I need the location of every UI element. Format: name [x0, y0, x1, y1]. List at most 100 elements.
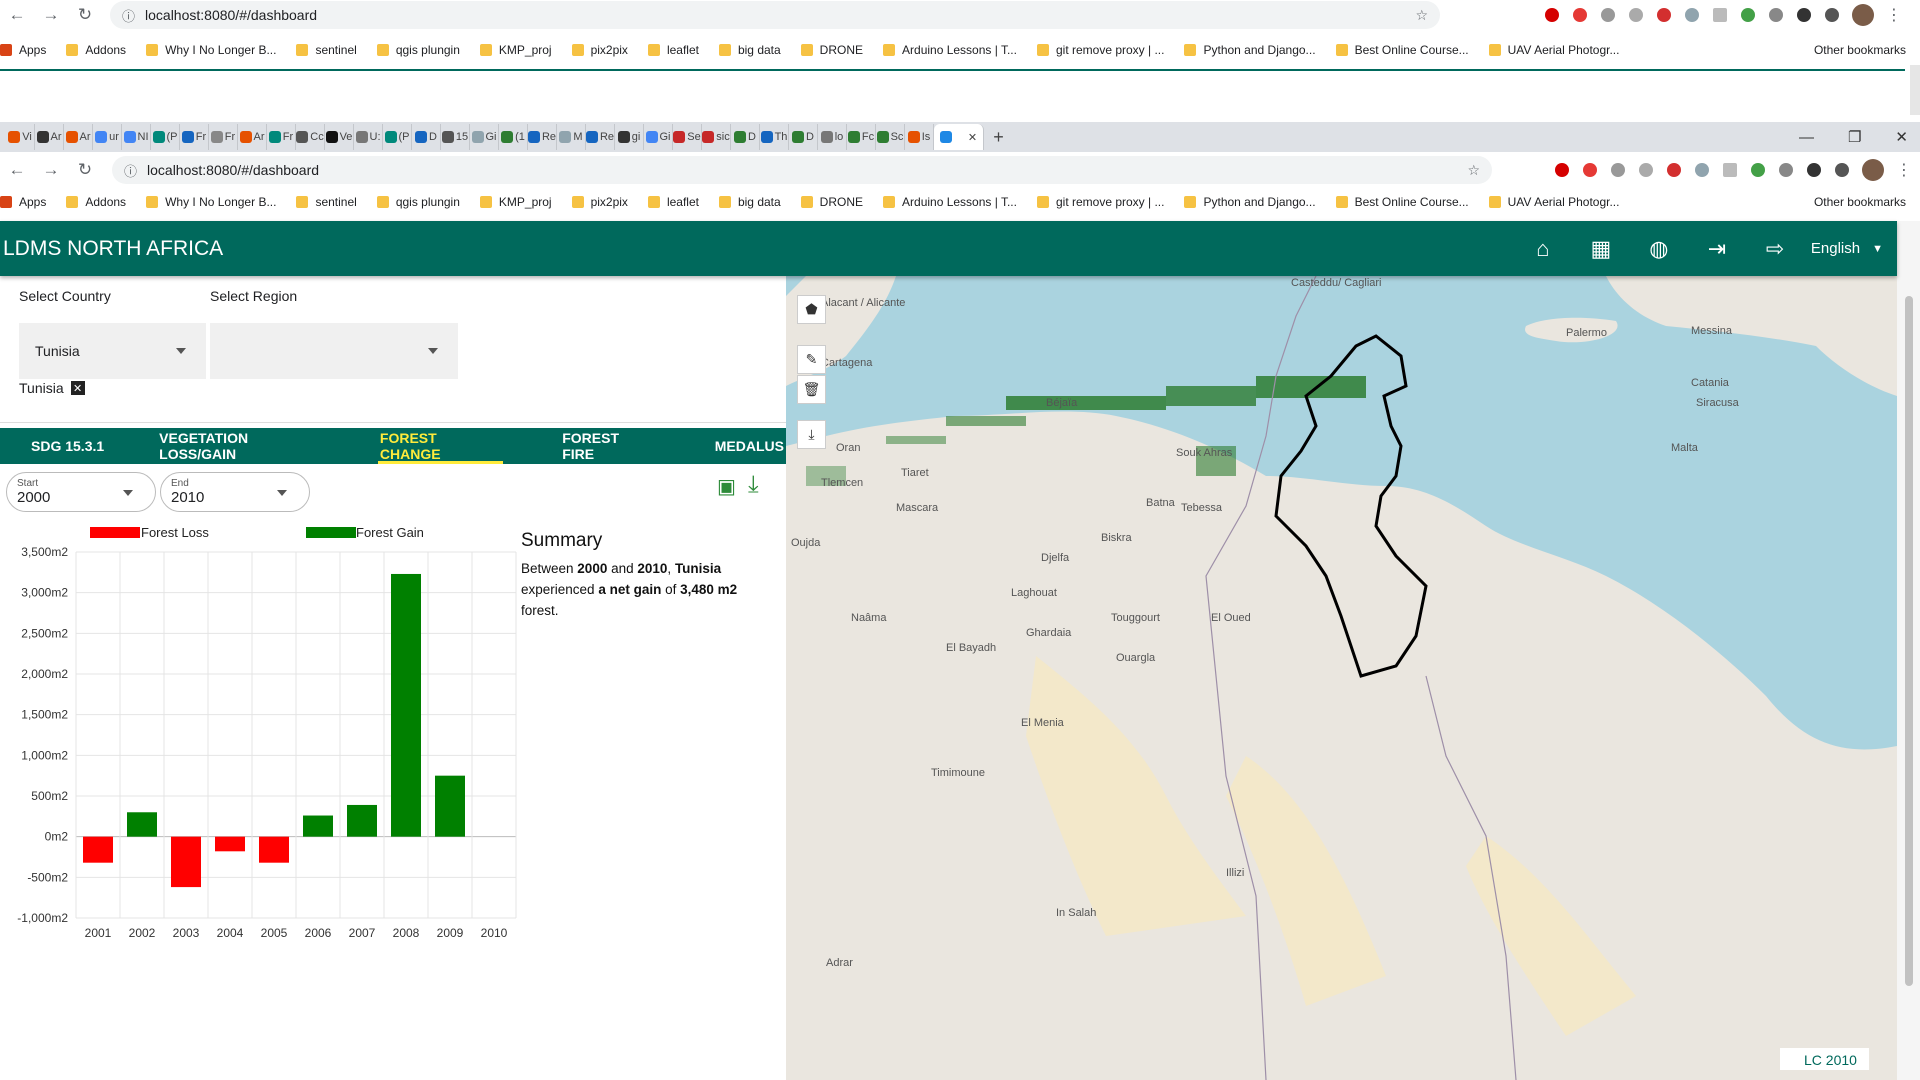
- gain-bar[interactable]: [435, 775, 465, 837]
- tab-vegetation[interactable]: VEGETATION LOSS/GAIN: [157, 428, 331, 464]
- puzzle-icon[interactable]: [1835, 163, 1849, 177]
- reload-icon[interactable]: ↻: [68, 160, 102, 180]
- other-bookmarks[interactable]: Other bookmarks: [1814, 195, 1906, 209]
- gain-bar[interactable]: [127, 812, 157, 837]
- menu-icon[interactable]: ⋮: [1896, 160, 1912, 180]
- bookmark-item[interactable]: Best Online Course...: [1335, 195, 1469, 209]
- browser-tab[interactable]: Re: [586, 124, 615, 150]
- bookmark-item[interactable]: big data: [718, 195, 781, 209]
- bookmark-item[interactable]: sentinel: [296, 195, 357, 209]
- chip-close-icon[interactable]: ✕: [70, 381, 85, 395]
- bookmark-item[interactable]: qgis plungin: [376, 43, 460, 57]
- bookmark-item[interactable]: Python and Django...: [1184, 195, 1316, 209]
- browser-tab[interactable]: Is: [905, 124, 934, 150]
- scroll-thumb[interactable]: [1905, 296, 1913, 986]
- extension-icon[interactable]: [1685, 8, 1699, 22]
- mail-icon[interactable]: [1573, 8, 1587, 22]
- bookmark-item[interactable]: git remove proxy | ...: [1036, 43, 1164, 57]
- browser-tab[interactable]: D: [412, 124, 441, 150]
- page-scrollbar[interactable]: [1897, 221, 1920, 1080]
- extension-icon[interactable]: [1797, 8, 1811, 22]
- browser-tab[interactable]: Fc: [847, 124, 876, 150]
- browser-tab[interactable]: Ar: [64, 124, 93, 150]
- extension-icon[interactable]: [1741, 8, 1755, 22]
- dashboard-icon[interactable]: ▦: [1587, 236, 1615, 262]
- loss-bar[interactable]: [215, 836, 245, 852]
- bookmark-item[interactable]: KMP_proj: [479, 195, 552, 209]
- bookmark-item[interactable]: Addons: [66, 43, 126, 57]
- mail-icon[interactable]: [1583, 163, 1597, 177]
- bookmark-item[interactable]: leaflet: [647, 43, 699, 57]
- logout-icon[interactable]: ⇨: [1761, 236, 1789, 262]
- tab-sdg[interactable]: SDG 15.3.1: [29, 428, 106, 464]
- browser-tab[interactable]: sic: [702, 124, 731, 150]
- close-tab-icon[interactable]: ✕: [968, 131, 977, 144]
- menu-icon[interactable]: ⋮: [1886, 5, 1902, 25]
- loss-bar[interactable]: [83, 836, 113, 863]
- extension-icon[interactable]: [1751, 163, 1765, 177]
- bookmark-item[interactable]: DRONE: [800, 195, 863, 209]
- end-select[interactable]: End 2010: [160, 472, 310, 512]
- browser-tab[interactable]: Fr: [180, 124, 209, 150]
- back-icon[interactable]: ←: [0, 160, 34, 180]
- forward-icon[interactable]: →: [34, 5, 68, 25]
- browser-tab[interactable]: Cc: [296, 124, 325, 150]
- browser-tab[interactable]: (1: [499, 124, 528, 150]
- browser-tab[interactable]: gi: [615, 124, 644, 150]
- download-map-icon[interactable]: ⤓: [797, 420, 826, 449]
- avatar[interactable]: [1852, 4, 1874, 26]
- gain-bar[interactable]: [303, 815, 333, 837]
- star-icon[interactable]: ☆: [1415, 7, 1428, 24]
- browser-tab[interactable]: Se: [673, 124, 702, 150]
- browser-tab[interactable]: Fr: [267, 124, 296, 150]
- map-canvas[interactable]: Alacant / Alicante Cartagena Casteddu/ Cag…: [786, 276, 1897, 1080]
- globe-icon[interactable]: ◍: [1645, 236, 1673, 262]
- browser-tab[interactable]: 15: [441, 124, 470, 150]
- bookmark-item[interactable]: git remove proxy | ...: [1036, 195, 1164, 209]
- browser-tab[interactable]: NI: [122, 124, 151, 150]
- extension-icon[interactable]: [1695, 163, 1709, 177]
- opera-icon[interactable]: [1545, 8, 1559, 22]
- opera-icon[interactable]: [1555, 163, 1569, 177]
- legend-label-gain[interactable]: Forest Gain: [356, 525, 424, 540]
- extension-icon[interactable]: [1779, 163, 1793, 177]
- region-select[interactable]: [210, 323, 458, 379]
- browser-tab[interactable]: Gi: [644, 124, 673, 150]
- bookmark-item[interactable]: Python and Django...: [1184, 43, 1316, 57]
- active-browser-tab[interactable]: ✕: [934, 124, 984, 150]
- bookmark-item[interactable]: big data: [718, 43, 781, 57]
- bookmark-item[interactable]: DRONE: [800, 43, 863, 57]
- bookmark-item[interactable]: pix2pix: [571, 43, 628, 57]
- loss-bar[interactable]: [259, 836, 289, 863]
- bookmark-item[interactable]: Why I No Longer B...: [146, 195, 276, 209]
- browser-tab[interactable]: (P: [383, 124, 412, 150]
- loss-bar[interactable]: [171, 836, 201, 888]
- extension-icon[interactable]: [1639, 163, 1653, 177]
- browser-tab[interactable]: ur: [93, 124, 122, 150]
- country-select[interactable]: Tunisia: [19, 323, 206, 379]
- info-icon[interactable]: ⓘ: [124, 161, 137, 180]
- bookmark-item[interactable]: Apps: [0, 43, 46, 57]
- bookmark-item[interactable]: sentinel: [296, 43, 357, 57]
- download-icon[interactable]: ⤓: [748, 471, 759, 499]
- map-view[interactable]: Alacant / Alicante Cartagena Casteddu/ Cag…: [786, 276, 1897, 1080]
- reload-icon[interactable]: ↻: [68, 5, 102, 25]
- bookmark-item[interactable]: KMP_proj: [479, 43, 552, 57]
- info-icon[interactable]: ⓘ: [122, 6, 135, 25]
- browser-tab[interactable]: lo: [818, 124, 847, 150]
- browser-tab[interactable]: Vi: [6, 124, 35, 150]
- legend-label-loss[interactable]: Forest Loss: [141, 525, 209, 540]
- page-icon[interactable]: [1723, 163, 1737, 177]
- browser-tab[interactable]: Re: [528, 124, 557, 150]
- bookmark-item[interactable]: Why I No Longer B...: [146, 43, 276, 57]
- browser-tab[interactable]: Ve: [325, 124, 354, 150]
- bookmark-item[interactable]: Arduino Lessons | T...: [883, 195, 1017, 209]
- minimize-icon[interactable]: —: [1799, 129, 1814, 146]
- gain-bar[interactable]: [347, 804, 377, 837]
- close-window-icon[interactable]: ✕: [1895, 128, 1908, 146]
- new-tab-icon[interactable]: +: [984, 124, 1013, 150]
- draw-polygon-icon[interactable]: ⬟: [797, 295, 826, 324]
- adblock-icon[interactable]: [1667, 163, 1681, 177]
- browser-tab[interactable]: Gi: [470, 124, 499, 150]
- extension-icon[interactable]: [1611, 163, 1625, 177]
